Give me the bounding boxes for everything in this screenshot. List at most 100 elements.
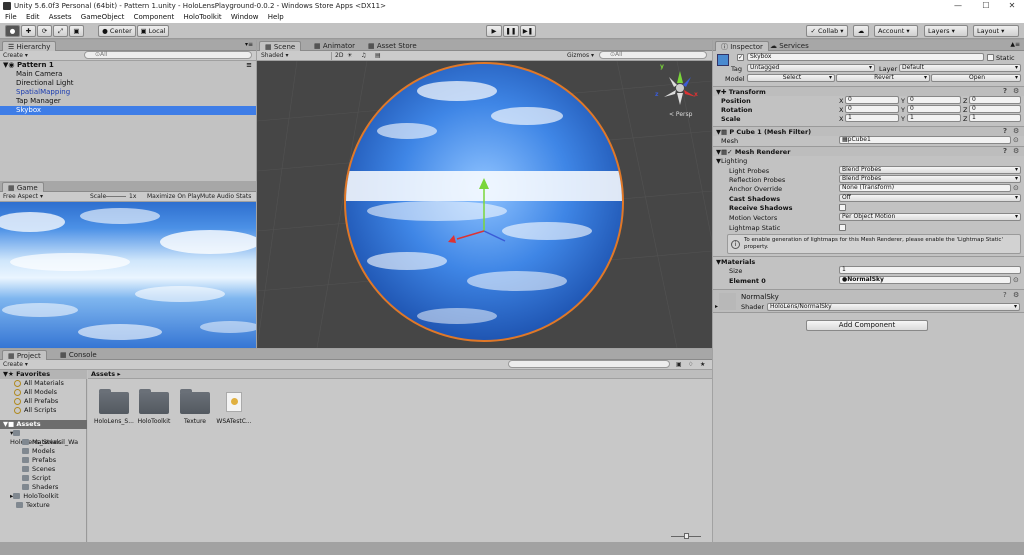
play-button[interactable]: ▶: [486, 25, 502, 37]
move-tool-icon[interactable]: ✚: [21, 25, 36, 37]
object-picker-icon[interactable]: ⊙: [1013, 137, 1020, 144]
hierarchy-item[interactable]: SpatialMapping: [0, 88, 256, 97]
persp-label[interactable]: < Persp: [669, 111, 692, 118]
cloud-icon[interactable]: ☁: [853, 25, 869, 37]
cast-shadows-dropdown[interactable]: Off: [839, 194, 1021, 202]
hierarchy-item[interactable]: Directional Light: [0, 79, 256, 88]
collab-button[interactable]: ✓ Collab ▾: [806, 25, 848, 37]
tree-item[interactable]: Script: [22, 474, 51, 483]
hierarchy-create-dropdown[interactable]: Create ▾: [3, 52, 28, 60]
tab-console[interactable]: ▦ Console: [55, 350, 102, 360]
hand-tool-icon[interactable]: ●: [5, 25, 20, 37]
rotation-y-field[interactable]: 0: [907, 105, 961, 113]
materials-size-field[interactable]: 1: [839, 266, 1021, 274]
aspect-dropdown[interactable]: Free Aspect ▾: [3, 193, 43, 201]
script-file-icon[interactable]: [226, 392, 242, 412]
hierarchy-item[interactable]: Tap Manager: [0, 97, 256, 106]
mute-audio-button[interactable]: Mute Audio: [200, 193, 234, 201]
light-probes-dropdown[interactable]: Blend Probes: [839, 166, 1021, 174]
scene-gizmo-icon[interactable]: [661, 69, 699, 107]
rotate-tool-icon[interactable]: ⟳: [37, 25, 52, 37]
tab-scene[interactable]: ▦ Scene: [259, 41, 302, 51]
tree-item[interactable]: Texture: [16, 501, 50, 510]
menu-holotoolkit[interactable]: HoloToolkit: [184, 13, 222, 21]
menu-assets[interactable]: Assets: [49, 13, 72, 21]
rotation-z-field[interactable]: 0: [969, 105, 1021, 113]
menu-component[interactable]: Component: [134, 13, 175, 21]
active-checkbox[interactable]: ✓: [737, 54, 744, 61]
material-header[interactable]: NormalSky ▸ Shader HoloLens/NormalSky ? …: [713, 289, 1024, 313]
tree-item[interactable]: Prefabs: [22, 456, 56, 465]
layout-dropdown[interactable]: Layout ▾: [973, 25, 1019, 37]
help-icon[interactable]: ?: [1003, 128, 1010, 135]
menu-gameobject[interactable]: GameObject: [81, 13, 125, 21]
folder-icon[interactable]: [180, 389, 210, 414]
tab-hierarchy[interactable]: ☰ Hierarchy: [2, 41, 57, 51]
tab-game[interactable]: ▦ Game: [2, 182, 44, 192]
menu-window[interactable]: Window: [231, 13, 259, 21]
filter-label-icon[interactable]: ♢: [688, 361, 693, 369]
object-picker-icon[interactable]: ⊙: [1013, 185, 1020, 192]
favorite-item[interactable]: All Scripts: [14, 406, 56, 415]
mesh-field[interactable]: ▦pCube1: [839, 136, 1011, 144]
shader-dropdown[interactable]: HoloLens/NormalSky: [767, 303, 1020, 311]
gear-icon[interactable]: ⚙: [1013, 88, 1020, 95]
materials-foldout[interactable]: ▼Materials: [713, 256, 1024, 266]
object-picker-icon[interactable]: ⊙: [1013, 277, 1020, 284]
scene-menu-icon[interactable]: ≡: [246, 61, 252, 70]
anchor-override-field[interactable]: None (Transform): [839, 184, 1011, 192]
stats-button[interactable]: Stats: [236, 193, 251, 201]
position-z-field[interactable]: 0: [969, 96, 1021, 104]
lighting-toggle-icon[interactable]: ☀: [347, 52, 352, 60]
gear-icon[interactable]: ⚙: [1013, 148, 1020, 155]
tab-inspector[interactable]: ⓘ Inspector: [715, 41, 769, 51]
hierarchy-search-input[interactable]: ⊙All: [84, 51, 252, 59]
help-icon[interactable]: ?: [1003, 148, 1010, 155]
tree-item[interactable]: ▸ HoloToolkit: [10, 492, 59, 501]
breadcrumb[interactable]: Assets ▸: [88, 370, 712, 379]
foldout-arrow-icon[interactable]: ▸: [715, 303, 718, 310]
step-button[interactable]: ▶❚: [520, 25, 536, 37]
shading-mode-dropdown[interactable]: Shaded ▾: [261, 52, 289, 60]
add-component-button[interactable]: Add Component: [806, 320, 928, 331]
filter-type-icon[interactable]: ▣: [676, 361, 682, 369]
tab-asset-store[interactable]: ▦ Asset Store: [363, 41, 422, 51]
element-0-field[interactable]: ●NormalSky: [839, 276, 1011, 284]
star-filter-icon[interactable]: ★: [700, 361, 705, 369]
scale-tool-icon[interactable]: ⤢: [53, 25, 68, 37]
effects-toggle-icon[interactable]: ▤: [375, 52, 381, 60]
layer-dropdown[interactable]: Default: [899, 64, 1021, 72]
position-y-field[interactable]: 0: [907, 96, 961, 104]
gear-icon[interactable]: ⚙: [1013, 128, 1020, 135]
account-dropdown[interactable]: Account ▾: [874, 25, 918, 37]
project-search-input[interactable]: [508, 360, 670, 368]
icon-size-slider-thumb[interactable]: [684, 533, 689, 539]
receive-shadows-checkbox[interactable]: [839, 204, 846, 211]
tree-item[interactable]: Shaders: [22, 483, 58, 492]
mesh-filter-header[interactable]: ▼▦ P Cube 1 (Mesh Filter)? ⚙: [713, 126, 1024, 136]
favorite-item[interactable]: All Prefabs: [14, 397, 58, 406]
project-create-dropdown[interactable]: Create ▾: [3, 361, 28, 369]
lightmap-static-checkbox[interactable]: [839, 224, 846, 231]
scale-slider[interactable]: [106, 196, 126, 197]
menu-help[interactable]: Help: [268, 13, 284, 21]
rotation-x-field[interactable]: 0: [845, 105, 899, 113]
pivot-local-button[interactable]: ▣ Local: [137, 25, 169, 37]
rect-tool-icon[interactable]: ▣: [69, 25, 84, 37]
panel-menu-icon[interactable]: ▾≡: [245, 41, 253, 48]
menu-file[interactable]: File: [5, 13, 17, 21]
model-open-button[interactable]: Open: [931, 74, 1021, 82]
hierarchy-item[interactable]: Main Camera: [0, 70, 256, 79]
tab-animator[interactable]: ▦ Animator: [309, 41, 360, 51]
lighting-foldout[interactable]: ▼Lighting: [716, 157, 747, 165]
motion-vectors-dropdown[interactable]: Per Object Motion: [839, 213, 1021, 221]
pivot-center-button[interactable]: ● Center: [98, 25, 136, 37]
favorites-header[interactable]: ▼★ Favorites: [0, 370, 87, 379]
mesh-renderer-header[interactable]: ▼▦✓ Mesh Renderer? ⚙: [713, 146, 1024, 156]
transform-header[interactable]: ▼✚ Transform? ⚙: [713, 86, 1024, 96]
scale-z-field[interactable]: 1: [969, 114, 1021, 122]
static-checkbox[interactable]: [987, 54, 994, 61]
tab-services[interactable]: ☁ Services: [765, 41, 814, 51]
position-x-field[interactable]: 0: [845, 96, 899, 104]
favorite-item[interactable]: All Models: [14, 388, 57, 397]
